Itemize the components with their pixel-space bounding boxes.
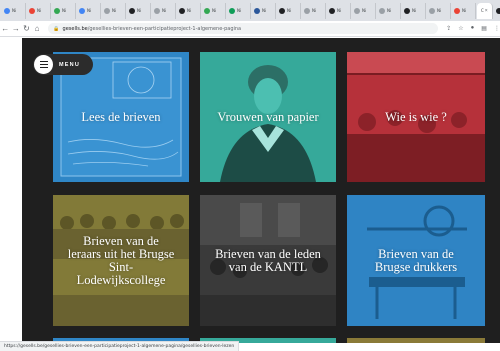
page-icon <box>154 7 160 14</box>
address-bar[interactable]: 🔒 gesells.be/gesellies-brieven-een-parti… <box>48 23 439 34</box>
menu-label: MENU <box>59 61 80 68</box>
tab-label: Ni <box>212 8 217 13</box>
browser-tab[interactable]: Ni <box>27 2 51 19</box>
close-tab-icon[interactable]: × <box>485 8 488 14</box>
bookmark-star-icon[interactable]: ☆ <box>458 25 463 32</box>
url-path: /gesellies-brieven-een-participatieproje… <box>87 25 242 32</box>
browser-tab[interactable]: Ni <box>177 2 201 19</box>
active-browser-tab[interactable]: C × <box>477 2 493 19</box>
browser-tab[interactable]: Ni <box>127 2 151 19</box>
reload-icon[interactable]: ↻ <box>21 24 32 33</box>
tab-label: Ni <box>137 8 142 13</box>
extensions-icon[interactable]: ▤ <box>481 25 487 32</box>
page-icon <box>429 7 435 14</box>
status-bar-url: https://gesells.be/gesellies-brieven-een… <box>0 341 240 351</box>
browser-tab[interactable]: Ni <box>202 2 226 19</box>
browser-toolbar: ← → ↻ ⌂ 🔒 gesells.be/gesellies-brieven-e… <box>0 21 500 37</box>
tab-label: Ni <box>362 8 367 13</box>
github-icon <box>129 7 135 14</box>
share-icon[interactable]: ⇪ <box>446 25 451 32</box>
tab-label: Ni <box>437 8 442 13</box>
doc-icon <box>204 7 210 14</box>
doc-icon <box>229 7 235 14</box>
back-icon[interactable]: ← <box>0 24 11 33</box>
forward-icon[interactable]: → <box>11 24 22 33</box>
browser-tab[interactable]: Ni <box>377 2 401 19</box>
tab-label: Ni <box>237 8 242 13</box>
tile-title: Brieven van de leraars uit het Brugse Si… <box>67 233 175 287</box>
url-text: gesells.be/gesellies-brieven-een-partici… <box>63 26 242 32</box>
home-icon[interactable]: ⌂ <box>32 24 43 33</box>
tab-label: Ni <box>87 8 92 13</box>
doc-icon <box>54 7 60 14</box>
browser-tab[interactable]: Ni <box>252 2 276 19</box>
tab-label: Ni <box>112 8 117 13</box>
tab-label: Ni <box>162 8 167 13</box>
tab-label: Ni <box>337 8 342 13</box>
browser-tab[interactable]: Ni <box>77 2 101 19</box>
hamburger-icon <box>34 55 53 74</box>
github-icon <box>404 7 410 14</box>
browser-tab[interactable]: Ni <box>452 2 476 19</box>
tile-vrouwen-van-papier[interactable]: Vrouwen van papier <box>200 52 336 182</box>
browser-tab[interactable]: Ni <box>227 2 251 19</box>
github-icon <box>329 7 335 14</box>
tile-brieven-kantl[interactable]: Brieven van de leden van de KANTL <box>200 195 336 326</box>
tile-wie-is-wie[interactable]: Wie is wie ? <box>347 52 485 182</box>
word-icon <box>254 7 260 14</box>
tile-partial[interactable] <box>347 338 485 343</box>
tab-label: Ni <box>187 8 192 13</box>
tile-title: Vrouwen van papier <box>217 109 319 124</box>
tab-label: Ni <box>387 8 392 13</box>
page-icon <box>304 7 310 14</box>
tab-label: Ni <box>37 8 42 13</box>
page-icon <box>104 7 110 14</box>
page-icon <box>454 7 460 14</box>
tab-label: Ni <box>262 8 267 13</box>
lock-icon: 🔒 <box>53 25 60 32</box>
browser-tab[interactable]: Ni <box>2 2 26 19</box>
globe-icon <box>4 7 10 14</box>
tab-label: Ni <box>412 8 417 13</box>
browser-tab[interactable]: Ni <box>402 2 426 19</box>
tab-label: Ni <box>462 8 467 13</box>
browser-tab[interactable]: Ni <box>277 2 301 19</box>
profile-icon[interactable]: ● <box>471 25 475 32</box>
tile-title: Lees de brieven <box>81 109 161 124</box>
menu-button[interactable]: MENU <box>33 54 93 75</box>
github-icon <box>179 7 185 14</box>
doc-icon <box>79 7 85 14</box>
tile-title: Wie is wie ? <box>385 109 447 124</box>
page-icon <box>379 7 385 14</box>
tab-label: C <box>481 8 484 13</box>
more-icon[interactable]: ⋮ <box>494 25 500 32</box>
browser-tab[interactable]: Ni <box>302 2 326 19</box>
browser-tab[interactable]: Ni <box>352 2 376 19</box>
browser-tab[interactable]: Ni <box>52 2 76 19</box>
browser-tab-strip: Ni Ni Ni Ni Ni Ni Ni Ni Ni Ni Ni Ni Ni Ni Ni Ni Ni Ni Ni C ×… <box>0 0 500 21</box>
browser-tab[interactable]: Ni <box>494 3 500 19</box>
page-icon <box>354 7 360 14</box>
browser-tab[interactable]: Ni <box>102 2 126 19</box>
browser-tab[interactable]: Ni <box>152 2 176 19</box>
tab-label: Ni <box>62 8 67 13</box>
page-content: MENU Lees de brieven Vrouwen van papier <box>22 38 500 343</box>
tile-title: Brieven van de leden van de KANTL <box>215 246 321 274</box>
browser-tab[interactable]: Ni <box>327 2 351 19</box>
tile-brieven-leraars[interactable]: Brieven van de leraars uit het Brugse Si… <box>53 195 189 326</box>
tab-label: Ni <box>287 8 292 13</box>
globe-icon <box>29 7 35 14</box>
github-icon <box>279 7 285 14</box>
url-host: gesells.be <box>62 25 88 32</box>
tile-brieven-drukkers[interactable]: Brieven van de Brugse drukkers <box>347 195 485 326</box>
github-icon <box>496 7 500 14</box>
tab-label: Ni <box>312 8 317 13</box>
tab-label: Ni <box>12 8 17 13</box>
tile-title: Brieven van de Brugse drukkers <box>374 246 458 274</box>
browser-tab[interactable]: Ni <box>427 2 451 19</box>
